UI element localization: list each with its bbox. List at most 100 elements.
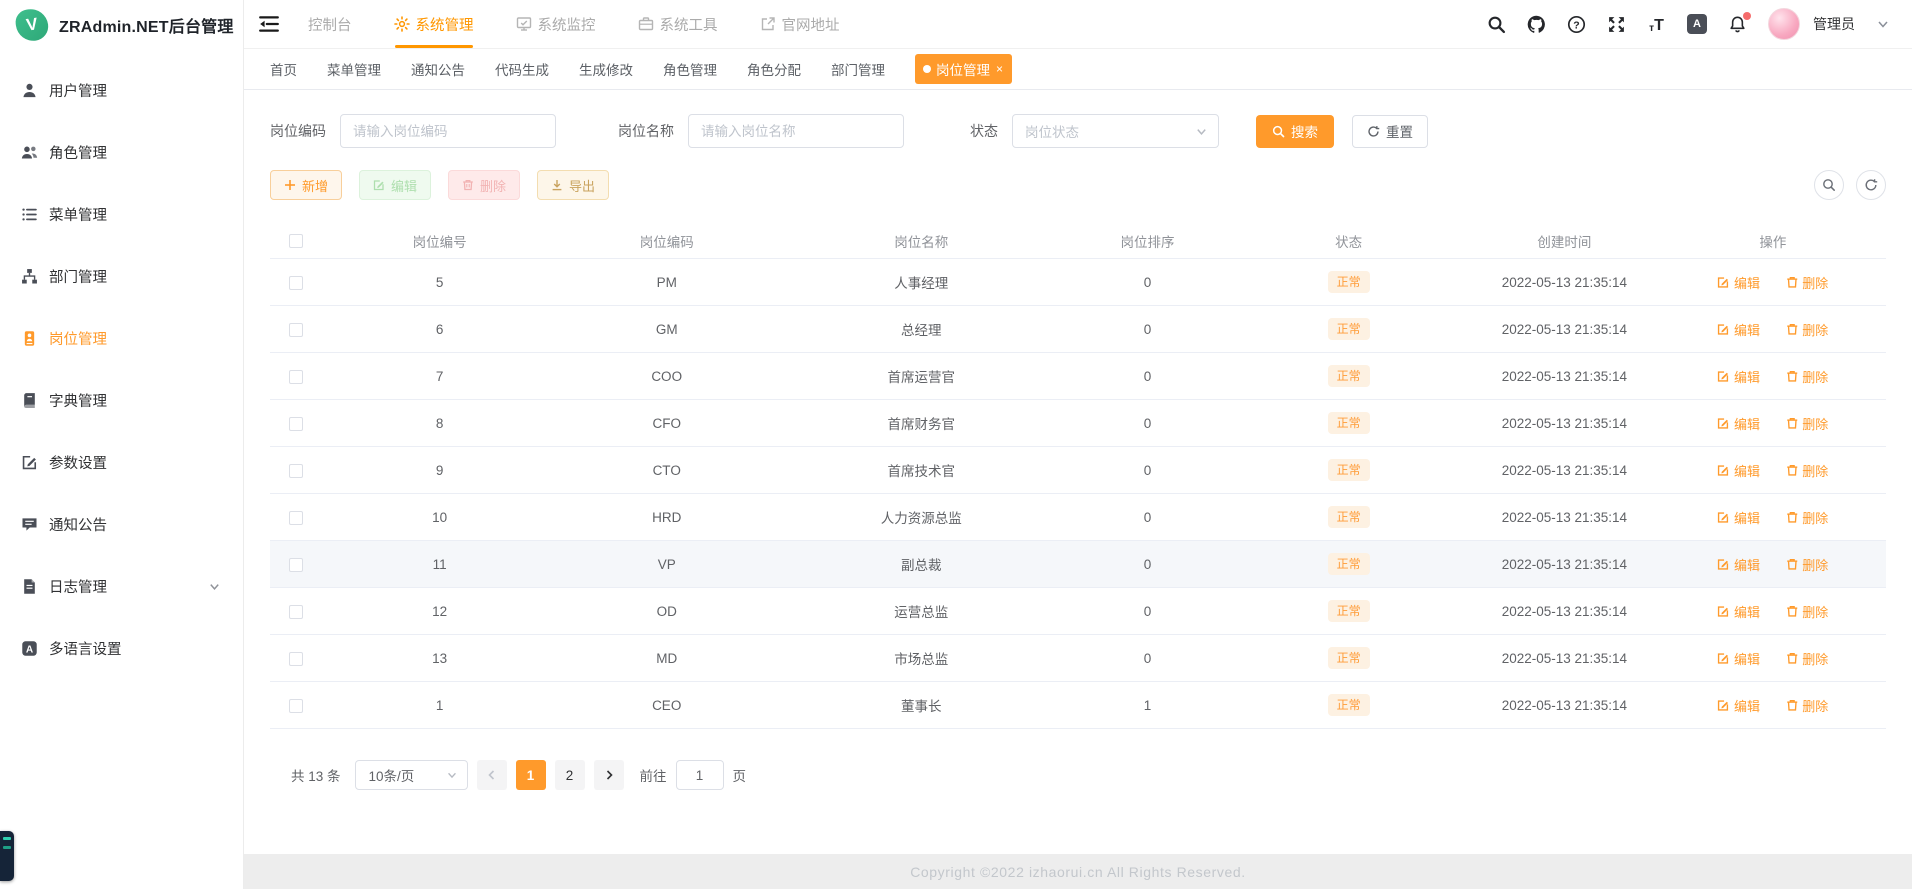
search-button[interactable]: 搜索 (1256, 114, 1334, 148)
collapse-sidebar-icon[interactable] (258, 13, 280, 35)
sidebar-item-label: 部门管理 (49, 269, 107, 286)
delete-link[interactable]: 删除 (1786, 320, 1828, 339)
page-button-2[interactable]: 2 (554, 760, 585, 790)
delete-link[interactable]: 删除 (1786, 273, 1828, 292)
sidebar-item-users[interactable]: 用户管理 (0, 59, 243, 121)
topnav-system-management[interactable]: 系统管理 (390, 0, 478, 48)
trash-icon (1786, 464, 1797, 476)
row-checkbox[interactable] (288, 322, 303, 337)
delete-link[interactable]: 删除 (1786, 508, 1828, 527)
delete-link[interactable]: 删除 (1786, 461, 1828, 480)
language-icon[interactable]: A (1687, 14, 1707, 34)
floating-dock-widget[interactable] (0, 831, 14, 881)
posts-table: 岗位编号 岗位编码 岗位名称 岗位排序 状态 创建时间 操作 5 PM 人事经理… (270, 223, 1886, 729)
post-name-input[interactable] (688, 114, 904, 148)
select-all-checkbox[interactable] (288, 234, 303, 249)
delete-link[interactable]: 删除 (1786, 696, 1828, 715)
help-icon[interactable]: ? (1567, 15, 1586, 34)
tab-roles[interactable]: 角色管理 (663, 59, 717, 79)
sidebar-item-roles[interactable]: 角色管理 (0, 121, 243, 183)
edit-link[interactable]: 编辑 (1717, 414, 1760, 433)
sidebar-item-notices[interactable]: 通知公告 (0, 493, 243, 555)
post-code-input[interactable] (340, 114, 556, 148)
delete-link[interactable]: 删除 (1786, 414, 1828, 433)
tab-code-gen[interactable]: 代码生成 (495, 59, 549, 79)
edit-link[interactable]: 编辑 (1717, 320, 1760, 339)
sidebar-item-logs[interactable]: 日志管理 (0, 555, 243, 617)
close-icon[interactable]: × (996, 62, 1003, 76)
fullscreen-icon[interactable] (1607, 15, 1626, 34)
row-checkbox[interactable] (288, 510, 303, 525)
topnav-system-monitor[interactable]: 系统监控 (512, 0, 600, 48)
row-checkbox[interactable] (288, 416, 303, 431)
sidebar-item-languages[interactable]: A 多语言设置 (0, 617, 243, 679)
edit-link[interactable]: 编辑 (1717, 696, 1760, 715)
edit-link[interactable]: 编辑 (1717, 367, 1760, 386)
row-checkbox[interactable] (288, 463, 303, 478)
delete-link[interactable]: 删除 (1786, 649, 1828, 668)
add-button[interactable]: 新增 (270, 170, 343, 200)
edit-link[interactable]: 编辑 (1717, 649, 1760, 668)
reset-button[interactable]: 重置 (1352, 114, 1428, 148)
font-size-icon[interactable]: тT (1647, 15, 1666, 34)
tab-posts-active[interactable]: 岗位管理 × (915, 54, 1013, 84)
avatar[interactable] (1768, 8, 1800, 40)
search-icon[interactable] (1487, 15, 1506, 34)
prev-page-button[interactable] (476, 760, 507, 790)
tab-home[interactable]: 首页 (270, 59, 297, 79)
page-button-1[interactable]: 1 (515, 760, 546, 790)
row-checkbox[interactable] (288, 651, 303, 666)
row-checkbox[interactable] (288, 275, 303, 290)
table-refresh-button[interactable] (1856, 170, 1886, 200)
logo[interactable]: V ZRAdmin.NET后台管理 (0, 0, 243, 49)
goto-page-input[interactable] (675, 760, 724, 790)
edit-link[interactable]: 编辑 (1717, 461, 1760, 480)
export-button[interactable]: 导出 (537, 170, 610, 200)
post-badge-icon (24, 330, 35, 346)
status-badge: 正常 (1327, 553, 1370, 575)
trash-icon (1786, 605, 1797, 617)
status-select[interactable]: 岗位状态 (1012, 114, 1219, 148)
edit-link[interactable]: 编辑 (1717, 555, 1760, 574)
topnav-official-site[interactable]: 官网地址 (756, 0, 844, 48)
delete-link[interactable]: 删除 (1786, 555, 1828, 574)
user-icon (23, 83, 36, 97)
delete-button-disabled[interactable]: 删除 (448, 170, 521, 200)
tab-notices[interactable]: 通知公告 (411, 59, 465, 79)
edit-link[interactable]: 编辑 (1717, 273, 1760, 292)
tab-menus[interactable]: 菜单管理 (327, 59, 381, 79)
page-unit-label: 页 (732, 769, 747, 784)
edit-button-disabled[interactable]: 编辑 (359, 170, 432, 200)
table-search-toggle-button[interactable] (1814, 170, 1844, 200)
tab-gen-edit[interactable]: 生成修改 (579, 59, 633, 79)
sidebar-item-dictionary[interactable]: 字典管理 (0, 369, 243, 431)
delete-link[interactable]: 删除 (1786, 367, 1828, 386)
delete-link[interactable]: 删除 (1786, 602, 1828, 621)
user-name[interactable]: 管理员 (1813, 14, 1855, 34)
next-page-button[interactable] (593, 760, 624, 790)
svg-text:?: ? (1573, 19, 1579, 31)
sidebar-item-departments[interactable]: 部门管理 (0, 245, 243, 307)
row-checkbox[interactable] (288, 557, 303, 572)
row-checkbox[interactable] (288, 604, 303, 619)
edit-link[interactable]: 编辑 (1717, 508, 1760, 527)
status-badge: 正常 (1327, 647, 1370, 669)
tab-role-assign[interactable]: 角色分配 (747, 59, 801, 79)
topnav-system-tools[interactable]: 系统工具 (634, 0, 722, 48)
sidebar-item-menus[interactable]: 菜单管理 (0, 183, 243, 245)
github-icon[interactable] (1527, 15, 1546, 34)
page-size-select[interactable]: 10条/页 (354, 760, 468, 790)
sidebar-item-parameters[interactable]: 参数设置 (0, 431, 243, 493)
bell-icon[interactable] (1728, 11, 1751, 34)
tab-departments[interactable]: 部门管理 (831, 59, 885, 79)
status-badge: 正常 (1327, 459, 1370, 481)
sidebar-item-label: 用户管理 (49, 83, 107, 100)
row-checkbox[interactable] (288, 698, 303, 713)
row-checkbox[interactable] (288, 369, 303, 384)
sidebar-item-posts[interactable]: 岗位管理 (0, 307, 243, 369)
edit-icon (1718, 606, 1729, 617)
chevron-down-icon[interactable] (1876, 17, 1890, 31)
app-root: V ZRAdmin.NET后台管理 用户管理 角色管理 菜单管理 部门管理 岗位… (0, 0, 1912, 889)
topnav-console[interactable]: 控制台 (304, 0, 356, 48)
edit-link[interactable]: 编辑 (1717, 602, 1760, 621)
